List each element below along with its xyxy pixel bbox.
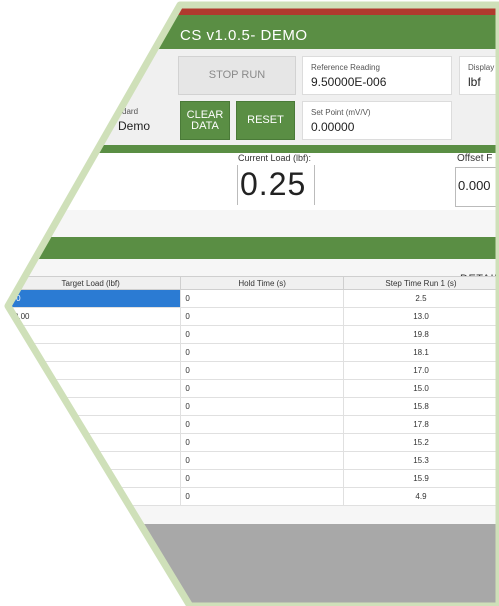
- hexagon-viewport: CS v1.0.5- DEMO dard Demo STOP RUN CLEAR…: [8, 5, 499, 606]
- hold-time-cell[interactable]: 0: [180, 325, 344, 344]
- step-time-cell: 13.0: [342, 307, 499, 326]
- display-units-value: lbf: [468, 75, 481, 89]
- table-row[interactable]: 0.00 0 19.8: [8, 325, 499, 344]
- hold-time-cell[interactable]: 0: [180, 379, 344, 398]
- empty-table-area: [8, 524, 499, 606]
- display-units-label: Display: [468, 63, 495, 72]
- offset-value: 0.000: [458, 178, 491, 193]
- table-row[interactable]: 0 15.3: [8, 451, 499, 470]
- standard-label: dard: [122, 107, 139, 116]
- set-point-field[interactable]: Set Point (mV/V) 0.00000: [302, 101, 452, 140]
- step-time-cell: 19.8: [342, 325, 499, 344]
- table-row[interactable]: 0 15.8: [8, 397, 499, 416]
- clear-data-button[interactable]: CLEAR DATA: [180, 101, 230, 140]
- hold-time-cell[interactable]: 0: [180, 397, 344, 416]
- hold-time-cell[interactable]: 0: [180, 433, 344, 452]
- current-load-label: Current Load (lbf):: [238, 153, 312, 163]
- test-steps-table: Target Load (lbf) Hold Time (s) Step Tim…: [8, 276, 499, 506]
- table-row[interactable]: 0 4.9: [8, 487, 499, 506]
- set-point-label: Set Point (mV/V): [311, 108, 371, 117]
- reference-reading-field: Reference Reading 9.50000E-006: [302, 56, 452, 95]
- step-time-cell: 15.2: [342, 433, 499, 452]
- target-load-cell[interactable]: [8, 469, 182, 488]
- step-time-cell: 15.3: [342, 451, 499, 470]
- step-time-cell: 2.5: [342, 289, 499, 308]
- title-bar: CS v1.0.5- DEMO: [8, 5, 499, 49]
- hold-time-cell[interactable]: 0: [180, 415, 344, 434]
- current-load-value: 0.25: [240, 166, 307, 202]
- hold-time-cell[interactable]: 0: [180, 307, 344, 326]
- target-load-cell[interactable]: 0.00: [8, 325, 182, 344]
- reference-reading-value: 9.50000E-006: [311, 75, 387, 89]
- hold-time-cell[interactable]: 0: [180, 289, 344, 308]
- hold-time-cell[interactable]: 0: [180, 487, 344, 506]
- step-time-cell: 17.0: [342, 361, 499, 380]
- reset-button[interactable]: RESET: [236, 101, 295, 140]
- section-bar: [8, 237, 499, 259]
- target-load-cell[interactable]: [8, 397, 182, 416]
- step-time-cell: 15.8: [342, 397, 499, 416]
- hold-time-cell[interactable]: 0: [180, 343, 344, 362]
- table-row[interactable]: 0 15.0: [8, 379, 499, 398]
- target-load-cell[interactable]: 200.00: [8, 307, 182, 326]
- target-load-cell[interactable]: [8, 343, 182, 362]
- column-header-hold-time[interactable]: Hold Time (s): [180, 276, 344, 290]
- target-load-cell[interactable]: [8, 451, 182, 470]
- table-row[interactable]: 0 17.8: [8, 415, 499, 434]
- column-header-step-time[interactable]: Step Time Run 1 (s): [342, 276, 499, 290]
- clear-data-label-line1: CLEAR: [186, 108, 224, 121]
- target-load-cell[interactable]: [8, 379, 182, 398]
- clear-data-label-line2: DATA: [191, 119, 219, 132]
- table-row[interactable]: 0 15.9: [8, 469, 499, 488]
- offset-label: Offset F: [457, 153, 493, 164]
- step-time-cell: 15.9: [342, 469, 499, 488]
- table-row[interactable]: 0 15.2: [8, 433, 499, 452]
- title-accent-strip: [8, 5, 499, 15]
- reference-reading-label: Reference Reading: [311, 63, 380, 72]
- table-row[interactable]: 0.00 0 2.5: [8, 289, 499, 308]
- target-load-cell[interactable]: [8, 361, 182, 380]
- target-load-cell[interactable]: [8, 415, 182, 434]
- standard-value: Demo: [118, 119, 151, 133]
- stop-run-button[interactable]: STOP RUN: [178, 56, 296, 95]
- step-time-cell: 18.1: [342, 343, 499, 362]
- target-load-cell[interactable]: [8, 487, 182, 506]
- standard-field: dard Demo: [8, 101, 170, 138]
- app-title: CS v1.0.5- DEMO: [180, 27, 308, 44]
- target-load-cell[interactable]: [8, 433, 182, 452]
- column-header-target-load[interactable]: Target Load (lbf): [8, 276, 182, 290]
- hold-time-cell[interactable]: 0: [180, 361, 344, 380]
- table-row[interactable]: 200.00 0 13.0: [8, 307, 499, 326]
- hold-time-cell[interactable]: 0: [180, 469, 344, 488]
- hold-time-cell[interactable]: 0: [180, 451, 344, 470]
- target-load-cell[interactable]: 0.00: [8, 289, 182, 308]
- step-time-cell: 4.9: [342, 487, 499, 506]
- step-time-cell: 15.0: [342, 379, 499, 398]
- set-point-value: 0.00000: [311, 120, 355, 134]
- divider-bar: [8, 145, 499, 153]
- table-row[interactable]: 0 17.0: [8, 361, 499, 380]
- display-units-field[interactable]: Display lbf: [459, 56, 499, 95]
- step-time-cell: 17.8: [342, 415, 499, 434]
- table-row[interactable]: 0 18.1: [8, 343, 499, 362]
